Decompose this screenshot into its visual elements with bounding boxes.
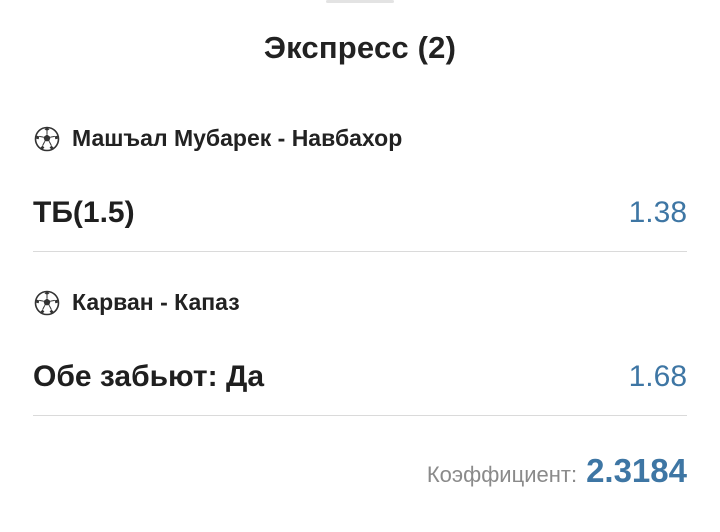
event-2-bet-name: Обе забьют: Да <box>33 360 265 393</box>
total-coefficient: Коэффициент: 2.3184 <box>427 452 687 490</box>
sheet-title: Экспресс (2) <box>263 30 457 65</box>
divider <box>33 251 687 252</box>
event-1-odds: 1.38 <box>628 196 687 229</box>
divider <box>33 415 687 416</box>
event-2-match: Карван - Капаз <box>34 289 240 316</box>
event-2-match-label: Карван - Капаз <box>72 289 240 315</box>
event-1-bet-name: ТБ(1.5) <box>33 196 135 229</box>
event-1-match: Машъал Мубарек - Навбахор <box>34 125 402 152</box>
event-2-bet-row[interactable]: Обе забьют: Да 1.68 <box>33 360 687 394</box>
event-1-match-label: Машъал Мубарек - Навбахор <box>72 125 403 151</box>
total-value: 2.3184 <box>586 452 687 489</box>
event-2-odds: 1.68 <box>628 360 687 393</box>
event-1-bet-row[interactable]: ТБ(1.5) 1.38 <box>33 196 687 230</box>
total-label: Коэффициент: <box>426 462 578 487</box>
soccer-ball-icon <box>34 126 60 151</box>
express-bet-sheet: Экспресс (2) Машъал Мубарек - Навбахор Т… <box>0 0 720 532</box>
soccer-ball-icon <box>34 290 60 315</box>
drag-handle[interactable] <box>326 0 394 3</box>
